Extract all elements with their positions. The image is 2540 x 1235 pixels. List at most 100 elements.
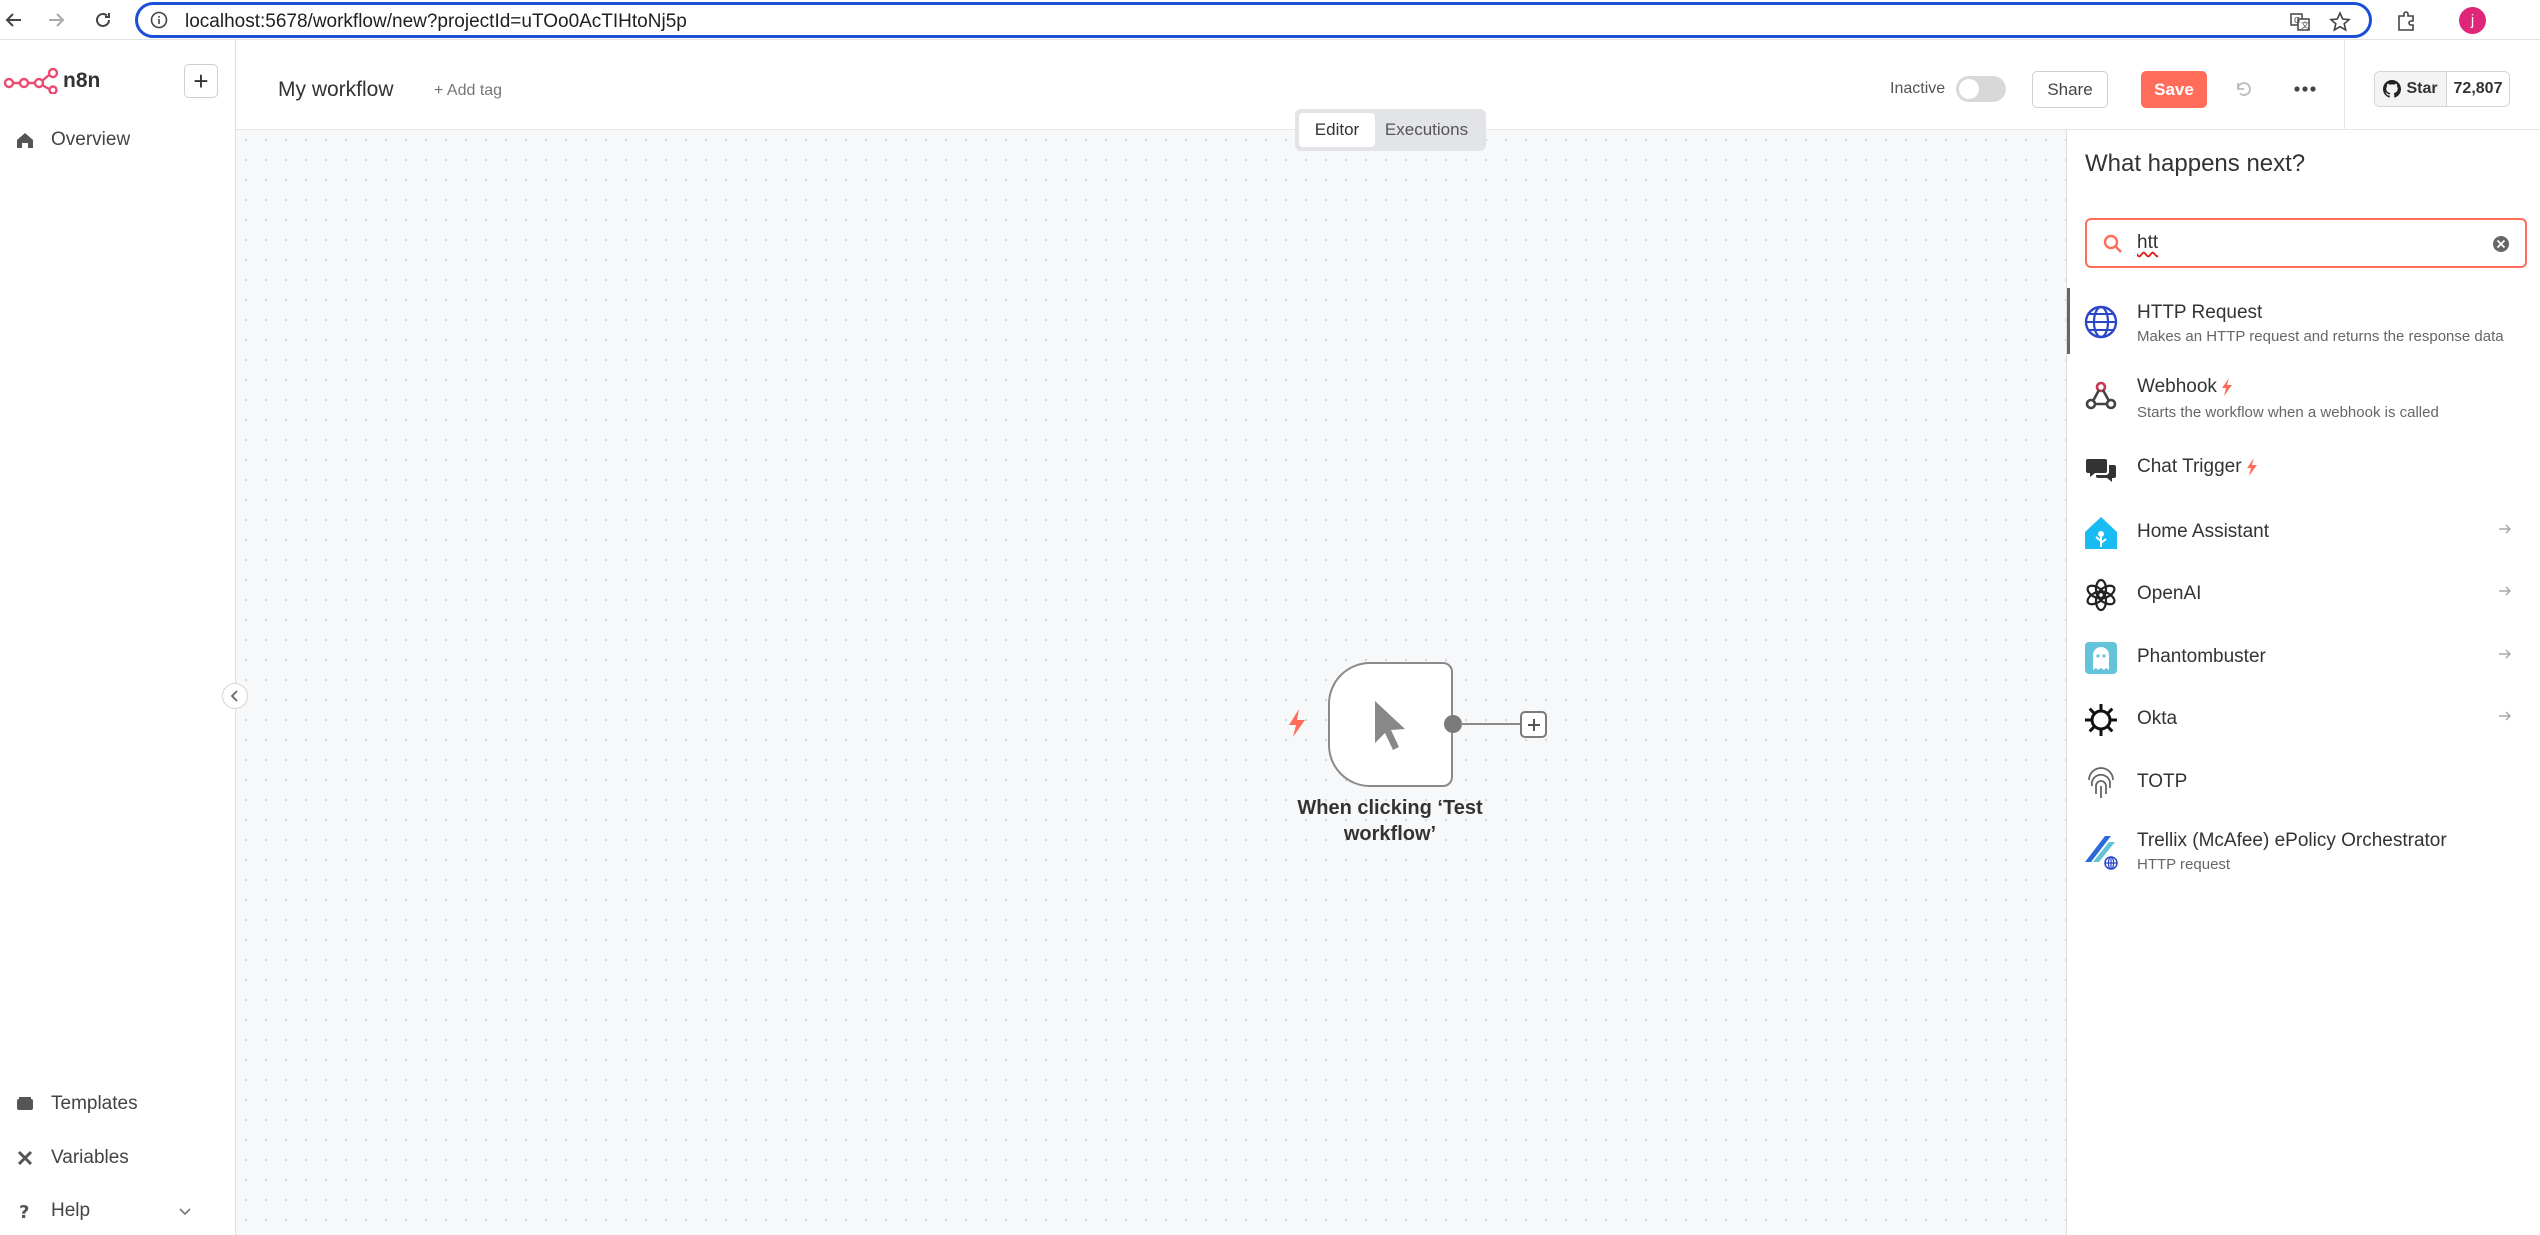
editor-tabs: Editor Executions <box>1295 109 1486 151</box>
webhook-icon <box>2083 378 2119 414</box>
home-assistant-icon <box>2083 515 2119 551</box>
node-name: Webhook <box>2137 376 2233 398</box>
sidebar: n8n + Overview Templates Variables ? Hel… <box>0 40 236 1235</box>
more-options-icon[interactable] <box>2290 76 2320 102</box>
github-star-left[interactable]: Star <box>2375 72 2447 106</box>
trigger-bolt-icon <box>2221 377 2232 396</box>
sidebar-item-label: Overview <box>51 129 131 150</box>
chevron-down-icon[interactable] <box>178 1202 192 1224</box>
node-result-http-request[interactable]: HTTP Request Makes an HTTP request and r… <box>2067 290 2540 356</box>
node-result-openai[interactable]: OpenAI <box>2067 567 2540 623</box>
sidebar-item-label: Templates <box>51 1093 138 1114</box>
sidebar-item-variables[interactable]: Variables <box>14 1147 129 1169</box>
workflow-canvas[interactable] <box>236 130 2066 1235</box>
okta-icon <box>2083 702 2119 738</box>
manual-trigger-node[interactable] <box>1328 662 1453 787</box>
search-value[interactable]: htt <box>2137 232 2158 254</box>
help-icon: ? <box>14 1200 36 1222</box>
add-tag-button[interactable]: + Add tag <box>434 82 502 100</box>
plus-icon <box>1527 718 1540 731</box>
active-status-label: Inactive <box>1890 80 1946 97</box>
node-name: Home Assistant <box>2137 521 2269 542</box>
reload-icon[interactable] <box>89 6 117 34</box>
arrow-right-icon <box>2497 521 2513 542</box>
node-name: Phantombuster <box>2137 646 2266 667</box>
arrow-right-icon <box>2497 646 2513 667</box>
url-text[interactable]: localhost:5678/workflow/new?projectId=uT… <box>185 11 687 33</box>
clear-search-icon[interactable] <box>2491 234 2511 254</box>
sidebar-item-label: Variables <box>51 1147 129 1168</box>
trellix-icon <box>2083 834 2119 870</box>
node-name: HTTP Request <box>2137 302 2263 323</box>
workflow-name[interactable]: My workflow <box>278 78 394 102</box>
tab-executions[interactable]: Executions <box>1375 113 1478 147</box>
node-description: Starts the workflow when a webhook is ca… <box>2137 404 2439 421</box>
node-result-home-assistant[interactable]: Home Assistant <box>2067 505 2540 561</box>
node-name: OpenAI <box>2137 583 2202 604</box>
node-creator-panel: What happens next? htt HTTP Request Make… <box>2066 130 2540 1235</box>
templates-icon <box>14 1093 36 1115</box>
globe-icon <box>2083 304 2119 340</box>
github-icon <box>2383 80 2402 98</box>
profile-avatar[interactable]: j <box>2459 7 2486 34</box>
node-result-chat-trigger[interactable]: Chat Trigger <box>2067 442 2540 498</box>
node-result-phantombuster[interactable]: Phantombuster <box>2067 630 2540 686</box>
node-name: Trellix (McAfee) ePolicy Orchestrator <box>2137 830 2447 851</box>
tab-editor[interactable]: Editor <box>1299 113 1375 147</box>
svg-text:G: G <box>2294 16 2300 25</box>
node-name: Chat Trigger <box>2137 456 2258 478</box>
bookmark-star-icon[interactable] <box>2328 10 2352 34</box>
trigger-bolt-icon <box>1287 708 1307 738</box>
share-button[interactable]: Share <box>2032 71 2108 108</box>
back-icon[interactable] <box>0 6 28 34</box>
trigger-bolt-icon <box>2246 457 2257 476</box>
openai-icon <box>2083 577 2119 613</box>
undo-icon[interactable] <box>2230 76 2256 102</box>
node-output-line <box>1460 723 1520 725</box>
node-result-okta[interactable]: Okta <box>2067 692 2540 748</box>
github-star-button[interactable]: Star 72,807 <box>2374 71 2510 107</box>
node-search-input[interactable]: htt <box>2085 218 2527 268</box>
github-star-label: Star <box>2406 80 2438 97</box>
extensions-icon[interactable] <box>2393 8 2419 34</box>
forward-icon[interactable] <box>42 6 70 34</box>
node-result-totp[interactable]: TOTP <box>2067 755 2540 811</box>
arrow-right-icon <box>2497 708 2513 729</box>
sidebar-item-overview[interactable]: Overview <box>14 129 130 151</box>
svg-text:文: 文 <box>2301 20 2309 30</box>
address-bar[interactable]: localhost:5678/workflow/new?projectId=uT… <box>135 2 2372 38</box>
toggle-knob <box>1959 79 1979 99</box>
translate-icon[interactable]: G文 <box>2288 10 2312 34</box>
node-description: Makes an HTTP request and returns the re… <box>2137 328 2504 345</box>
site-info-icon[interactable] <box>150 11 168 29</box>
cursor-pointer-icon <box>1374 700 1405 750</box>
panel-title: What happens next? <box>2085 150 2306 177</box>
save-button[interactable]: Save <box>2141 71 2207 108</box>
sidebar-item-help[interactable]: ? Help <box>14 1200 204 1222</box>
active-toggle[interactable] <box>1956 76 2006 102</box>
trigger-node-label: When clicking ‘Test workflow’ <box>1297 797 1483 845</box>
search-icon <box>2103 234 2123 254</box>
header-divider <box>2344 40 2345 130</box>
home-icon <box>14 129 36 151</box>
chat-icon <box>2083 452 2119 488</box>
phantombuster-icon <box>2083 640 2119 676</box>
node-description: HTTP request <box>2137 856 2231 873</box>
sidebar-item-templates[interactable]: Templates <box>14 1093 138 1115</box>
brand-name: n8n <box>63 69 101 92</box>
github-star-count[interactable]: 72,807 <box>2447 72 2509 106</box>
svg-text:?: ? <box>19 1202 29 1221</box>
add-node-plus-button[interactable] <box>1520 711 1547 738</box>
fingerprint-icon <box>2083 765 2119 801</box>
node-result-trellix[interactable]: Trellix (McAfee) ePolicy Orchestrator HT… <box>2067 820 2540 886</box>
browser-toolbar: localhost:5678/workflow/new?projectId=uT… <box>0 0 2540 40</box>
node-name-text: Chat Trigger <box>2137 456 2242 477</box>
node-name: Okta <box>2137 708 2178 729</box>
add-button[interactable]: + <box>184 64 218 98</box>
node-result-webhook[interactable]: Webhook Starts the workflow when a webho… <box>2067 366 2540 432</box>
node-name: TOTP <box>2137 771 2188 792</box>
node-name-text: Webhook <box>2137 376 2217 397</box>
collapse-sidebar-button[interactable] <box>222 683 248 709</box>
sidebar-item-label: Help <box>51 1200 91 1221</box>
n8n-logo-icon[interactable] <box>3 67 60 99</box>
